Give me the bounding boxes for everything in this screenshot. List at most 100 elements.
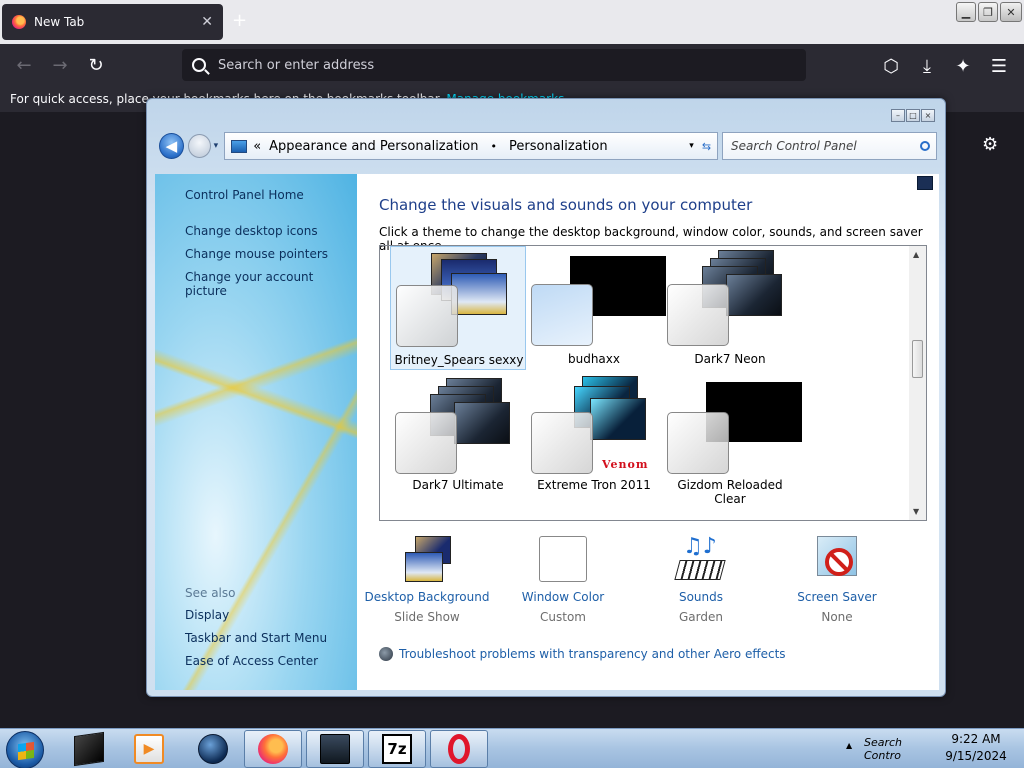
setting-name[interactable]: Window Color [493,590,633,604]
firefox-tab-strip: New Tab ✕ + ▁ ❐ ✕ [0,0,1024,44]
tab-new-tab[interactable]: New Tab ✕ [2,4,223,40]
taskbar-item-7zip[interactable]: 7z [368,730,426,768]
start-button[interactable] [6,731,44,768]
theme-color-swatch [395,412,457,474]
link-display[interactable]: Display [185,608,229,622]
cp-close-button[interactable]: × [921,109,935,122]
theme-item[interactable]: Britney_Spears sexxy [390,246,526,370]
desktop-background-icon [401,534,453,584]
opera-icon [448,734,470,764]
restore-button[interactable]: ❐ [978,2,998,22]
cp-minimize-button[interactable]: – [891,109,905,122]
taskbar-item-opera[interactable] [430,730,488,768]
taskbar-clock[interactable]: 9:22 AM 9/15/2024 [940,731,1012,767]
link-change-account-picture[interactable]: Change your account picture [185,270,357,298]
gear-icon[interactable]: ⚙ [982,134,998,155]
url-bar[interactable] [182,49,806,81]
taskbar-item-media-player[interactable]: ▶ [120,730,178,768]
see-also-heading: See also [185,586,236,600]
taskbar-item-control-panel[interactable] [306,730,364,768]
refresh-icon[interactable]: ⇆ [702,140,711,153]
theme-item[interactable]: Dark7 Ultimate [390,374,526,498]
minimize-button[interactable]: ▁ [956,2,976,22]
setting-name[interactable]: Desktop Background [357,590,497,604]
setting-value: Slide Show [394,610,460,624]
control-panel-window: – □ × ◀ ▾ « Appearance and Personalizati… [146,98,946,697]
url-input[interactable] [218,57,778,73]
menu-icon[interactable]: ☰ [984,50,1014,82]
reload-button[interactable]: ↻ [78,49,114,81]
control-panel-taskbar-icon [320,734,350,764]
taskbar-item-globe[interactable] [184,730,242,768]
scroll-up-icon[interactable]: ▲ [913,250,919,259]
cp-search-placeholder: Search Control Panel [731,139,857,153]
cp-forward-button[interactable] [187,134,211,158]
cp-search-icon[interactable] [920,141,930,151]
sounds-setting[interactable]: ♫♪ Sounds Garden [631,534,771,624]
task-pane: Control Panel Home Change desktop icons … [155,174,357,690]
main-pane: Change the visuals and sounds on your co… [357,174,939,690]
tab-close-icon[interactable]: ✕ [201,14,213,30]
taskbar-item-black-box[interactable] [60,730,118,768]
link-taskbar-start-menu[interactable]: Taskbar and Start Menu [185,631,327,645]
extensions-icon[interactable]: ✦ [948,50,978,82]
crumb-appearance[interactable]: Appearance and Personalization [269,139,478,154]
theme-item[interactable]: Venom Extreme Tron 2011 [526,374,662,498]
link-control-panel-home[interactable]: Control Panel Home [185,188,304,202]
theme-item[interactable]: Gizdom Reloaded Clear [662,374,802,506]
pocket-icon[interactable]: ⬡ [876,50,906,82]
link-change-mouse-pointers[interactable]: Change mouse pointers [185,247,328,261]
theme-color-swatch [531,284,593,346]
cp-back-button[interactable]: ◀ [159,133,184,159]
cp-address-row: ◀ ▾ « Appearance and Personalization • P… [159,129,937,163]
crumb-prefix[interactable]: « [253,139,261,154]
theme-name: Gizdom Reloaded [677,478,783,492]
theme-item[interactable]: Dark7 Neon [662,246,798,370]
address-dropdown-icon[interactable]: ▾ [689,141,694,151]
screen-saver-setting[interactable]: Screen Saver None [767,534,907,624]
theme-color-swatch [396,285,458,347]
scroll-down-icon[interactable]: ▼ [913,507,919,516]
setting-value: None [821,610,853,624]
search-icon [192,58,206,72]
theme-name: Dark7 Ultimate [412,478,504,492]
back-button[interactable]: ← [6,49,42,81]
theme-item[interactable]: budhaxx [526,246,666,370]
clock-time: 9:22 AM [951,732,1001,746]
help-icon[interactable] [917,176,933,190]
page-title: Change the visuals and sounds on your co… [379,196,753,214]
cp-window-controls: – □ × [891,109,935,122]
recent-pages-chevron-icon[interactable]: ▾ [214,141,219,151]
clock-date: 9/15/2024 [945,749,1007,763]
theme-name: budhaxx [567,352,620,366]
theme-list-scrollbar[interactable]: ▲ ▼ [909,246,926,520]
troubleshoot-icon [379,647,393,661]
scroll-thumb[interactable] [912,340,923,378]
theme-name: Britney_Spears sexxy [394,353,524,367]
troubleshoot-text[interactable]: Troubleshoot problems with transparency … [399,647,786,661]
link-ease-of-access[interactable]: Ease of Access Center [185,654,318,668]
link-change-desktop-icons[interactable]: Change desktop icons [185,224,318,238]
cp-maximize-button[interactable]: □ [906,109,920,122]
notification-area[interactable]: Search Contro [848,731,938,767]
taskbar-item-firefox[interactable] [244,730,302,768]
setting-name[interactable]: Sounds [631,590,771,604]
close-button[interactable]: ✕ [1000,2,1022,22]
window-color-icon [537,534,589,584]
breadcrumb[interactable]: « Appearance and Personalization • Perso… [224,132,719,160]
control-panel-icon [231,139,248,153]
cp-search-box[interactable]: Search Control Panel [722,132,937,160]
setting-name[interactable]: Screen Saver [767,590,907,604]
globe-icon [198,734,228,764]
download-icon[interactable]: ⤓ [912,50,942,82]
tray-window-title: Search Contro [864,736,903,762]
new-tab-button[interactable]: + [232,10,247,31]
desktop-background-setting[interactable]: Desktop Background Slide Show [357,534,497,624]
theme-name: Dark7 Neon [694,352,766,366]
crumb-personalization[interactable]: Personalization [509,139,608,154]
troubleshoot-link[interactable]: Troubleshoot problems with transparency … [379,647,786,661]
7zip-icon: 7z [382,734,412,764]
forward-button[interactable]: → [42,49,78,81]
window-color-setting[interactable]: Window Color Custom [493,534,633,624]
firefox-icon [12,15,26,29]
